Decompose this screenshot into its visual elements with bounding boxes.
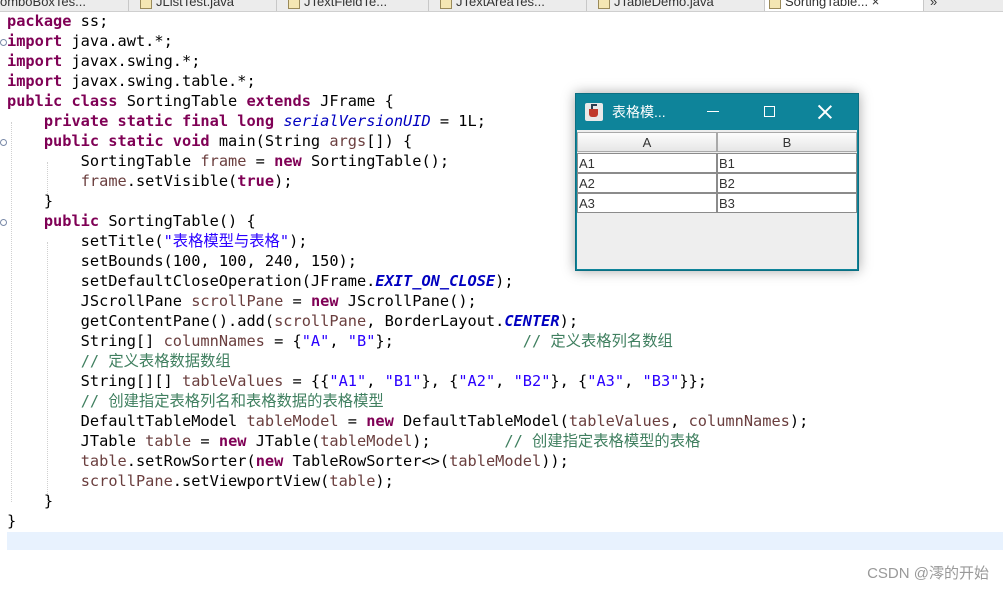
fold-marker-icon[interactable] — [0, 139, 7, 146]
java-app-icon — [585, 103, 603, 121]
close-button[interactable] — [804, 94, 848, 130]
fold-marker-icon[interactable] — [0, 219, 7, 226]
minimize-button[interactable] — [692, 94, 736, 130]
code-line: table.setRowSorter(new TableRowSorter<>(… — [80, 452, 569, 470]
code-line: // 创建指定表格列名和表格数据的表格模型 — [80, 392, 384, 410]
tab-separator — [428, 0, 429, 11]
minimize-icon — [707, 111, 719, 112]
table-cell[interactable]: A1 — [577, 153, 717, 173]
current-line-highlight — [7, 532, 1003, 550]
editor-tab[interactable]: JTextAreaTes... — [440, 0, 545, 11]
java-file-icon — [288, 0, 300, 9]
code-line: public static void main(String args[]) { — [43, 132, 413, 150]
code-line: frame.setVisible(true); — [80, 172, 293, 190]
java-file-icon — [598, 0, 610, 9]
code-line: import javax.swing.*; — [7, 52, 201, 70]
java-file-icon — [440, 0, 452, 9]
editor-tab[interactable]: JListTest.java — [140, 0, 234, 11]
code-line: public SortingTable() { — [43, 212, 256, 230]
code-line: private static final long serialVersionU… — [43, 112, 486, 130]
table-cell[interactable]: A2 — [577, 173, 717, 193]
code-line: import javax.swing.table.*; — [7, 72, 256, 90]
scroll-pane[interactable]: A B A1 B1 A2 B2 A3 B3 — [577, 130, 857, 269]
tab-overflow-button[interactable]: » — [930, 0, 937, 11]
table-cell[interactable]: B1 — [717, 153, 857, 173]
code-line: String[] columnNames = {"A", "B"}; // 定义… — [7, 332, 673, 350]
code-line: getContentPane().add(scrollPane, BorderL… — [7, 312, 579, 330]
code-line: // 定义表格数据数组 — [80, 352, 231, 370]
code-line: JTable table = new JTable(tableModel); /… — [7, 432, 701, 450]
tab-close-icon[interactable]: × — [872, 0, 880, 9]
code-line: package ss; — [7, 12, 109, 30]
column-header-b[interactable]: B — [717, 132, 857, 152]
editor-tab-active[interactable]: SortingTable... × — [764, 0, 924, 11]
table-row[interactable]: A2 B2 — [577, 173, 857, 193]
close-icon — [817, 104, 833, 120]
code-line: SortingTable frame = new SortingTable(); — [7, 152, 450, 170]
code-line: setDefaultCloseOperation(JFrame.EXIT_ON_… — [7, 272, 514, 290]
tab-separator — [586, 0, 587, 11]
table-row[interactable]: A1 B1 — [577, 153, 857, 173]
code-line: import java.awt.*; — [7, 32, 173, 50]
code-line: } — [7, 192, 54, 210]
code-line: String[][] tableValues = {{"A1", "B1"}, … — [7, 372, 708, 390]
code-line: } — [7, 512, 17, 530]
sorting-table-window[interactable]: 表格模... A B A1 B1 A2 B2 A3 B3 — [575, 93, 859, 271]
maximize-button[interactable] — [748, 94, 792, 130]
table-cell[interactable]: A3 — [577, 193, 717, 213]
fold-marker-icon[interactable] — [0, 39, 7, 46]
code-line: setBounds(100, 100, 240, 150); — [7, 252, 357, 270]
maximize-icon — [764, 106, 775, 117]
table-cell[interactable]: B2 — [717, 173, 857, 193]
code-line: JScrollPane scrollPane = new JScrollPane… — [7, 292, 477, 310]
code-line: setTitle("表格模型与表格"); — [7, 232, 308, 250]
table-row[interactable]: A3 B3 — [577, 193, 857, 213]
window-title-bar[interactable]: 表格模... — [576, 94, 858, 130]
editor-tab[interactable]: JTextFieldTe... — [288, 0, 387, 11]
code-line: scrollPane.setViewportView(table); — [80, 472, 394, 490]
tab-separator — [276, 0, 277, 11]
column-header-a[interactable]: A — [577, 132, 717, 152]
window-title: 表格模... — [612, 104, 666, 120]
tab-separator — [128, 0, 129, 11]
table-header: A B — [577, 132, 857, 153]
watermark: CSDN @澪的开始 — [867, 565, 989, 582]
table-cell[interactable]: B3 — [717, 193, 857, 213]
java-file-icon — [769, 0, 781, 9]
code-line: public class SortingTable extends JFrame… — [7, 92, 394, 110]
editor-tab[interactable]: JTableDemo.java — [598, 0, 714, 11]
code-line: DefaultTableModel tableModel = new Defau… — [7, 412, 809, 430]
java-file-icon — [140, 0, 152, 9]
editor-tab[interactable]: omboBoxTes... — [0, 0, 86, 11]
code-line: } — [7, 492, 54, 510]
